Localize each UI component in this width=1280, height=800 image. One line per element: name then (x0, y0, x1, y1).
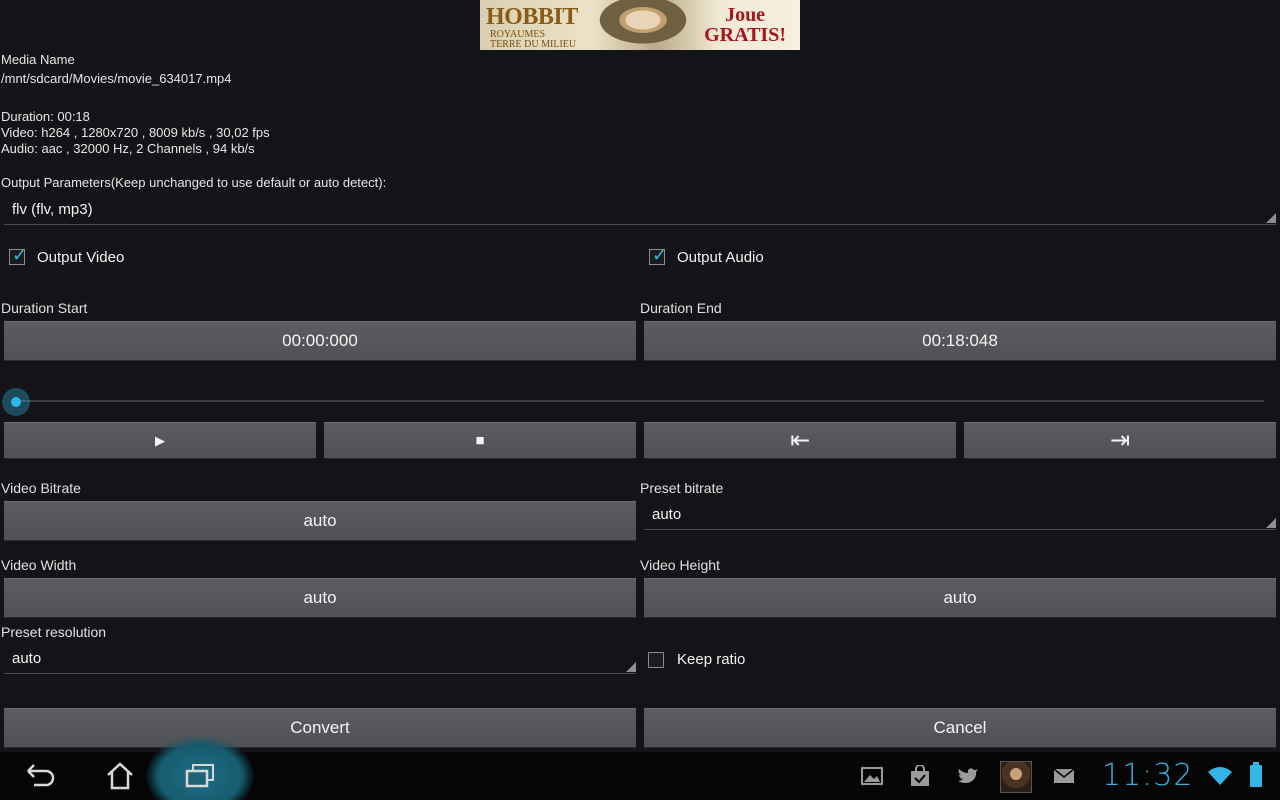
duration-end-button[interactable]: 00:18:048 (644, 321, 1276, 361)
ad-cta-line2: GRATIS! (704, 24, 786, 46)
ad-subtitle: ROYAUMES TERRE DU MILIEU (490, 30, 576, 50)
video-height-label: Video Height (640, 557, 720, 573)
wifi-icon[interactable] (1206, 752, 1234, 800)
video-width-label: Video Width (1, 557, 77, 573)
keep-ratio-label[interactable]: Keep ratio (677, 651, 745, 668)
home-icon[interactable] (98, 752, 142, 800)
duration-start-button[interactable]: 00:00:000 (4, 321, 636, 361)
video-width-button[interactable]: auto (4, 578, 636, 618)
check-icon: ✓ (12, 245, 28, 265)
output-video-checkbox[interactable]: ✓ (9, 245, 28, 265)
play-icon: ▶ (155, 432, 165, 448)
stop-button[interactable]: ■ (324, 422, 636, 459)
play-button[interactable]: ▶ (4, 422, 316, 459)
output-params-label: Output Parameters(Keep unchanged to use … (1, 175, 387, 190)
recent-apps-icon[interactable] (178, 752, 222, 800)
media-name-label: Media Name (1, 52, 75, 67)
keep-ratio-checkbox[interactable] (648, 652, 664, 668)
output-format-value: flv (flv, mp3) (12, 201, 93, 218)
preset-resolution-label: Preset resolution (1, 624, 107, 640)
preset-bitrate-value: auto (652, 506, 682, 523)
stop-icon: ■ (475, 432, 485, 449)
duration-start-label: Duration Start (1, 300, 88, 316)
duration-end-label: Duration End (640, 300, 722, 316)
preset-resolution-value: auto (12, 650, 42, 667)
seek-bar-track[interactable] (16, 400, 1264, 402)
ad-banner[interactable]: HOBBIT ROYAUMES TERRE DU MILIEU Joue GRA… (480, 0, 800, 50)
ad-subtitle-line2: TERRE DU MILIEU (490, 39, 577, 50)
spinner-corner-icon (1266, 213, 1276, 223)
convert-button[interactable]: Convert (4, 708, 636, 748)
ad-cta-line1: Joue (725, 4, 766, 26)
preset-resolution-spinner[interactable]: auto (4, 646, 636, 674)
output-format-spinner[interactable]: flv (flv, mp3) (4, 196, 1276, 225)
spinner-corner-icon (1266, 518, 1276, 528)
ad-title: HOBBIT (486, 4, 578, 30)
back-icon[interactable] (18, 752, 62, 800)
clock[interactable]: 11:32 (1102, 752, 1193, 800)
spinner-corner-icon (626, 662, 636, 672)
output-video-label[interactable]: Output Video (37, 249, 124, 266)
ad-character-image (588, 0, 688, 50)
preset-bitrate-label: Preset bitrate (640, 480, 724, 496)
output-audio-checkbox[interactable]: ✓ (649, 245, 668, 265)
email-notification-icon[interactable] (1050, 752, 1078, 800)
media-duration: Duration: 00:18 (1, 109, 90, 124)
cancel-button[interactable]: Cancel (644, 708, 1276, 748)
avatar[interactable] (1000, 761, 1032, 793)
media-audio-info: Audio: aac , 32000 Hz, 2 Channels , 94 k… (1, 141, 255, 156)
media-path: /mnt/sdcard/Movies/movie_634017.mp4 (1, 71, 232, 86)
set-end-button[interactable]: ⇥ (964, 422, 1276, 459)
video-bitrate-button[interactable]: auto (4, 501, 636, 541)
gallery-notification-icon[interactable] (858, 752, 886, 800)
market-notification-icon[interactable] (906, 752, 934, 800)
set-start-button[interactable]: ⇤ (644, 422, 956, 459)
check-icon: ✓ (652, 245, 668, 265)
video-height-button[interactable]: auto (644, 578, 1276, 618)
seek-bar-thumb[interactable] (2, 388, 30, 416)
video-bitrate-label: Video Bitrate (1, 480, 81, 496)
battery-icon[interactable] (1250, 762, 1262, 787)
twitter-notification-icon[interactable] (954, 752, 982, 800)
preset-bitrate-spinner[interactable]: auto (644, 502, 1276, 530)
arrow-to-start-icon: ⇤ (789, 427, 811, 454)
arrow-to-end-icon: ⇥ (1109, 427, 1131, 454)
media-video-info: Video: h264 , 1280x720 , 8009 kb/s , 30,… (1, 125, 270, 140)
output-audio-label[interactable]: Output Audio (677, 249, 764, 266)
ad-cta: Joue GRATIS! (704, 5, 786, 45)
